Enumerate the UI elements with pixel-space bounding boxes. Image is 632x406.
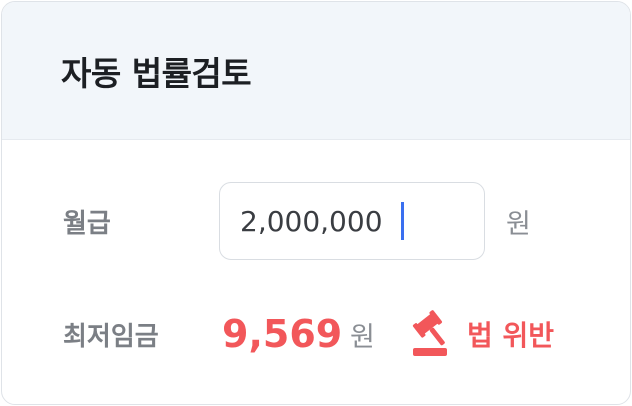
- text-caret: [401, 202, 404, 240]
- salary-row: 월급 원: [2, 180, 630, 262]
- minimum-wage-row: 최저임금 9,569 원 법 위반: [2, 302, 630, 366]
- minimum-wage-label: 최저임금: [63, 321, 159, 352]
- violation-text: 법 위반: [467, 319, 555, 352]
- card-header: 자동 법률검토: [2, 2, 630, 140]
- legal-review-card: 자동 법률검토 월급 원 최저임금 9,569 원: [1, 1, 631, 405]
- salary-label: 월급: [63, 208, 111, 239]
- salary-unit: 원: [506, 208, 531, 240]
- gavel-icon: [409, 309, 459, 359]
- salary-input-box[interactable]: [219, 182, 485, 260]
- minimum-wage-unit: 원: [350, 321, 375, 353]
- salary-input[interactable]: [240, 204, 400, 238]
- card-title: 자동 법률검토: [61, 53, 252, 93]
- violation-badge: 법 위반: [409, 309, 554, 359]
- minimum-wage-value: 9,569: [222, 312, 343, 356]
